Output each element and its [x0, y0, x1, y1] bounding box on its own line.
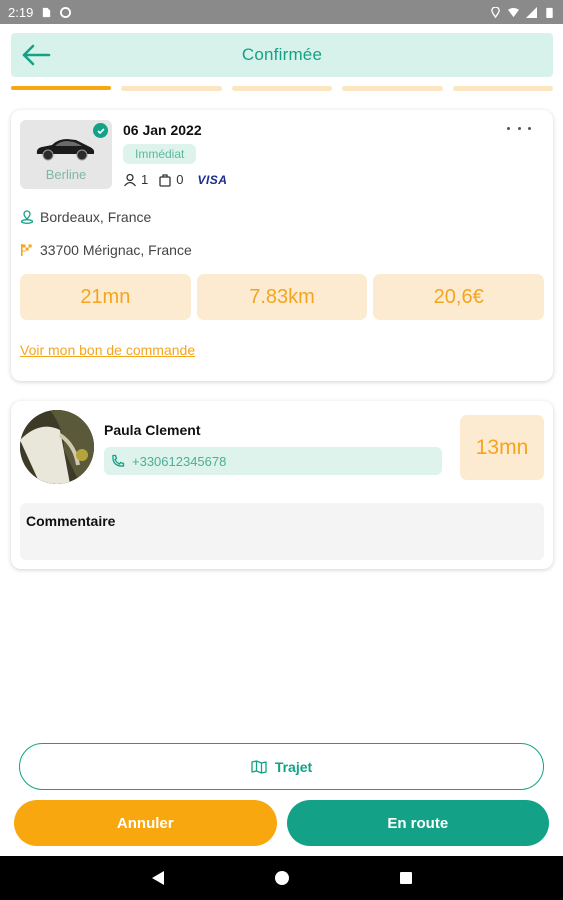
ride-stats: 21mn 7.83km 20,6€: [20, 274, 545, 320]
map-icon: [251, 759, 267, 774]
step-4: [342, 86, 443, 91]
comment-box: Commentaire: [20, 503, 544, 560]
triangle-back-icon: [151, 871, 164, 885]
driver-name: Paula Clement: [104, 422, 201, 438]
driver-phone: +330612345678: [132, 453, 227, 469]
page-title: Confirmée: [241, 45, 323, 64]
ride-price: 20,6€: [373, 274, 545, 320]
progress-steps: [11, 86, 554, 91]
ride-date: 06 Jan 2022: [123, 122, 202, 138]
location-icon: [491, 6, 500, 18]
file-icon: [43, 7, 51, 17]
status-time: 2:19: [8, 4, 34, 20]
more-horizontal-icon: [507, 126, 510, 130]
ride-distance: 7.83km: [196, 274, 368, 320]
wifi-icon: [508, 7, 519, 17]
ride-duration: 21mn: [20, 274, 191, 320]
pickup-address: Bordeaux, France: [20, 209, 151, 225]
car-icon: [36, 139, 95, 161]
route-label: Trajet: [274, 758, 313, 775]
step-3: [231, 86, 333, 91]
action-buttons: Annuler En route: [14, 800, 549, 846]
route-button[interactable]: Trajet: [19, 743, 544, 790]
step-5: [452, 86, 554, 91]
signal-icon: [526, 6, 537, 18]
flag-icon: [21, 244, 32, 256]
ride-meta: 1 0 VISA: [123, 172, 227, 187]
arrow-left-icon: [22, 44, 51, 66]
bag-icon: [159, 173, 171, 187]
passenger-count: 1: [141, 172, 149, 187]
vehicle-type: Berline: [45, 167, 87, 182]
header-bar: Confirmée: [11, 33, 553, 77]
circle-home-icon: [274, 871, 289, 885]
dropoff-address: 33700 Mérignac, France: [20, 242, 192, 258]
cancel-button[interactable]: Annuler: [14, 800, 277, 846]
driver-card: Paula Clement +330612345678 13mn Comment…: [11, 401, 553, 569]
en-route-button[interactable]: En route: [286, 800, 549, 846]
square-recents-icon: [399, 872, 412, 884]
step-2: [121, 86, 222, 91]
status-bar: 2:19: [0, 0, 563, 24]
avatar: [20, 410, 94, 484]
more-options-button[interactable]: [507, 120, 531, 136]
system-nav-bar: [0, 856, 563, 900]
pin-icon: [20, 210, 34, 224]
driver-eta: 13mn: [460, 415, 544, 480]
nav-back-button[interactable]: [148, 868, 168, 888]
luggage-count: 0: [176, 172, 184, 187]
phone-button[interactable]: +330612345678: [104, 447, 442, 475]
phone-icon: [112, 454, 125, 467]
battery-icon: [546, 7, 553, 18]
payment-method: VISA: [197, 172, 228, 187]
vehicle-thumbnail: Berline: [20, 120, 112, 189]
ride-card: Berline 06 Jan 2022 Immédiat 1 0 VISA Bo…: [11, 110, 553, 381]
page: 2:19 Confirmée Berline 06 Jan 2022 Imméd…: [0, 0, 563, 900]
comment-label: Commentaire: [26, 513, 116, 529]
sync-icon: [60, 6, 72, 18]
nav-home-button[interactable]: [272, 868, 292, 888]
booking-type-badge: Immédiat: [123, 144, 197, 164]
step-1: [11, 86, 112, 90]
nav-recents-button[interactable]: [396, 868, 416, 888]
user-icon: [123, 173, 137, 186]
order-link[interactable]: Voir mon bon de commande: [20, 342, 195, 358]
back-button[interactable]: [19, 39, 53, 71]
